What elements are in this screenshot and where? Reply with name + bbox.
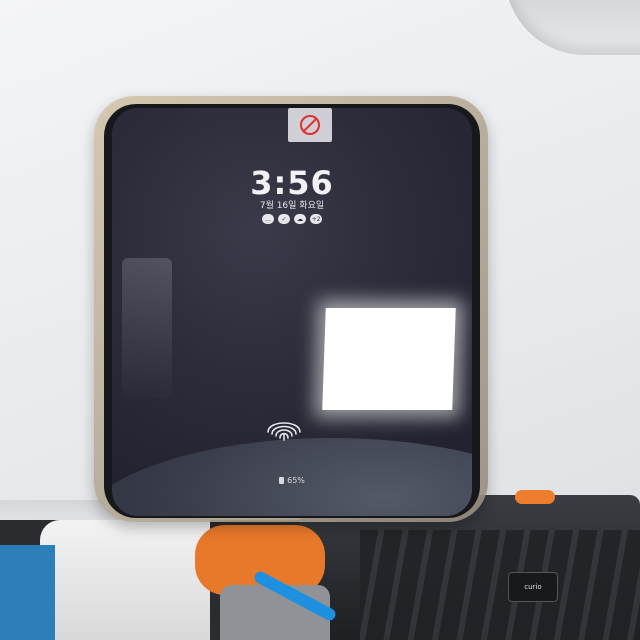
check-icon[interactable]: ✓ (278, 214, 290, 224)
screen-reflection (122, 258, 172, 398)
no-camera-icon (300, 115, 320, 135)
lock-clock[interactable]: 3:56 (112, 164, 472, 202)
battery-icon (279, 477, 285, 484)
light-glare (322, 308, 456, 410)
battery-status: 65% (112, 476, 472, 485)
bag-ridges (360, 530, 640, 640)
fingerprint-icon[interactable] (262, 410, 306, 446)
orange-strap (515, 490, 555, 504)
cloud-icon[interactable]: ☁ (294, 214, 306, 224)
white-object (40, 520, 210, 640)
count-badge[interactable]: +2 (310, 214, 322, 224)
lock-date: 7월 16일 화요일 (259, 201, 325, 211)
notification-icons[interactable]: … ✓ ☁ +2 (112, 214, 472, 224)
grey-object-top-right (505, 0, 640, 55)
chat-icon[interactable]: … (262, 214, 274, 224)
blue-object (0, 545, 55, 640)
photo-scene: curio 3:56 7월 16일 화요일 … ✓ ☁ +2 65% (0, 0, 640, 640)
camera-block-sticker (288, 108, 332, 142)
bag-tag: curio (508, 572, 558, 602)
lock-screen[interactable]: 3:56 7월 16일 화요일 … ✓ ☁ +2 65% (112, 108, 472, 516)
battery-percent: 65% (287, 476, 305, 485)
bag-tag-text: curio (524, 583, 542, 591)
